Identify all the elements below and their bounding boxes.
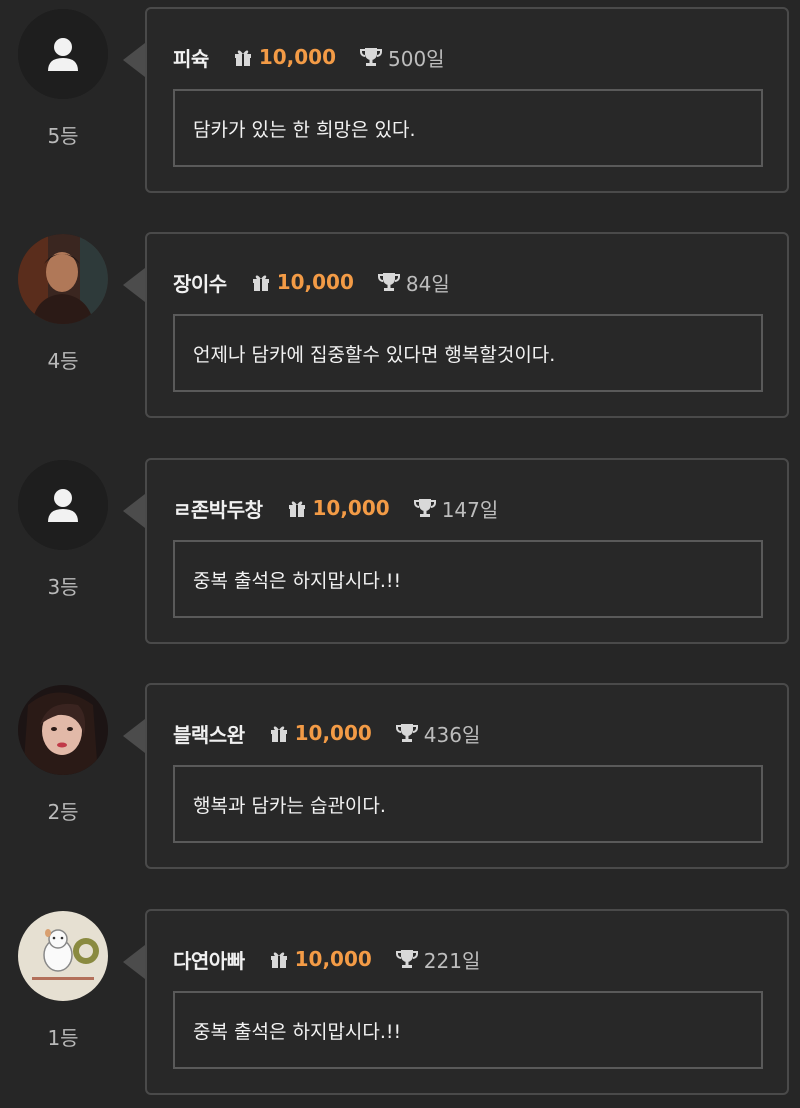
attendance-days: 500일 bbox=[388, 46, 445, 71]
message-text: 행복과 담카는 습관이다. bbox=[193, 794, 386, 817]
card-pointer bbox=[123, 494, 145, 528]
user-name[interactable]: 장이수 bbox=[173, 268, 227, 297]
user-avatar[interactable] bbox=[18, 234, 108, 324]
card-pointer bbox=[123, 719, 145, 753]
trophy-icon bbox=[377, 273, 400, 291]
gift-icon bbox=[252, 275, 269, 291]
gift-icon bbox=[270, 952, 287, 968]
user-avatar[interactable] bbox=[18, 911, 108, 1001]
attendance-days: 436일 bbox=[423, 722, 481, 747]
points-value: 10,000 bbox=[294, 947, 372, 971]
user-silhouette-icon bbox=[18, 460, 108, 550]
message-box: 언제나 담카에 집중할수 있다면 행복할것이다. bbox=[173, 314, 763, 392]
trophy-icon bbox=[360, 48, 382, 66]
user-name[interactable]: 다연아빠 bbox=[173, 945, 245, 974]
entry-meta: 장이수 10,000 84일 bbox=[173, 268, 450, 296]
attendance-days: 147일 bbox=[441, 497, 499, 522]
message-text: 중복 출석은 하지맙시다.!! bbox=[193, 1020, 402, 1043]
user-silhouette-icon bbox=[18, 9, 108, 99]
entry-meta: 다연아빠 10,000 221일 bbox=[173, 945, 480, 973]
user-photo-image bbox=[18, 685, 108, 775]
rank-label: 2등 bbox=[47, 800, 79, 824]
user-avatar[interactable] bbox=[18, 685, 108, 775]
rank-label: 5등 bbox=[47, 124, 79, 148]
message-box: 중복 출석은 하지맙시다.!! bbox=[173, 991, 763, 1069]
message-box: 담카가 있는 한 희망은 있다. bbox=[173, 89, 763, 167]
user-photo-image bbox=[18, 234, 108, 324]
card-pointer bbox=[123, 43, 145, 77]
ranking-entry: 4등 장이수 10,000 84일 언제나 담카에 집중할수 있다면 행복할것이… bbox=[0, 232, 800, 422]
rank-label: 4등 bbox=[47, 349, 79, 373]
ranking-entry: 5등 피슉 10,000 500일 담카가 있는 한 희망은 있다. bbox=[0, 7, 800, 197]
message-box: 행복과 담카는 습관이다. bbox=[173, 765, 763, 843]
comment-card: 다연아빠 10,000 221일 중복 출석은 하지맙시다.!! bbox=[145, 909, 789, 1095]
rank-label: 1등 bbox=[47, 1026, 79, 1050]
card-pointer bbox=[123, 945, 145, 979]
trophy-icon bbox=[395, 724, 418, 742]
points-value: 10,000 bbox=[312, 496, 390, 520]
rank-label: 3등 bbox=[47, 575, 79, 599]
message-text: 중복 출석은 하지맙시다.!! bbox=[193, 569, 402, 592]
comment-card: 장이수 10,000 84일 언제나 담카에 집중할수 있다면 행복할것이다. bbox=[145, 232, 789, 418]
points-value: 10,000 bbox=[258, 45, 336, 69]
comment-card: ㄹ존박두창 10,000 147일 중복 출석은 하지맙시다.!! bbox=[145, 458, 789, 644]
user-photo-image bbox=[18, 911, 108, 1001]
gift-icon bbox=[270, 726, 287, 742]
comment-card: 블랙스완 10,000 436일 행복과 담카는 습관이다. bbox=[145, 683, 789, 869]
entry-meta: 블랙스완 10,000 436일 bbox=[173, 719, 480, 747]
user-avatar[interactable] bbox=[18, 9, 108, 99]
message-box: 중복 출석은 하지맙시다.!! bbox=[173, 540, 763, 618]
ranking-entry: 1등 다연아빠 10,000 221일 중복 출석은 하지맙시다.!! bbox=[0, 909, 800, 1099]
points-value: 10,000 bbox=[276, 270, 354, 294]
user-name[interactable]: ㄹ존박두창 bbox=[173, 494, 263, 523]
points-value: 10,000 bbox=[294, 721, 372, 745]
entry-meta: 피슉 10,000 500일 bbox=[173, 43, 445, 71]
card-pointer bbox=[123, 268, 145, 302]
user-avatar[interactable] bbox=[18, 460, 108, 550]
entry-meta: ㄹ존박두창 10,000 147일 bbox=[173, 494, 498, 522]
user-name[interactable]: 피슉 bbox=[173, 43, 209, 72]
gift-icon bbox=[234, 50, 251, 66]
gift-icon bbox=[288, 501, 305, 517]
message-text: 언제나 담카에 집중할수 있다면 행복할것이다. bbox=[193, 343, 556, 366]
ranking-entry: 3등 ㄹ존박두창 10,000 147일 중복 출석은 하지맙시다.!! bbox=[0, 458, 800, 648]
attendance-days: 221일 bbox=[423, 948, 481, 973]
trophy-icon bbox=[395, 950, 418, 968]
trophy-icon bbox=[413, 499, 436, 517]
attendance-days: 84일 bbox=[405, 271, 450, 296]
ranking-entry: 2등 블랙스완 10,000 436일 행복과 담카는 습관이다. bbox=[0, 683, 800, 873]
message-text: 담카가 있는 한 희망은 있다. bbox=[193, 118, 416, 141]
comment-card: 피슉 10,000 500일 담카가 있는 한 희망은 있다. bbox=[145, 7, 789, 193]
user-name[interactable]: 블랙스완 bbox=[173, 719, 245, 748]
